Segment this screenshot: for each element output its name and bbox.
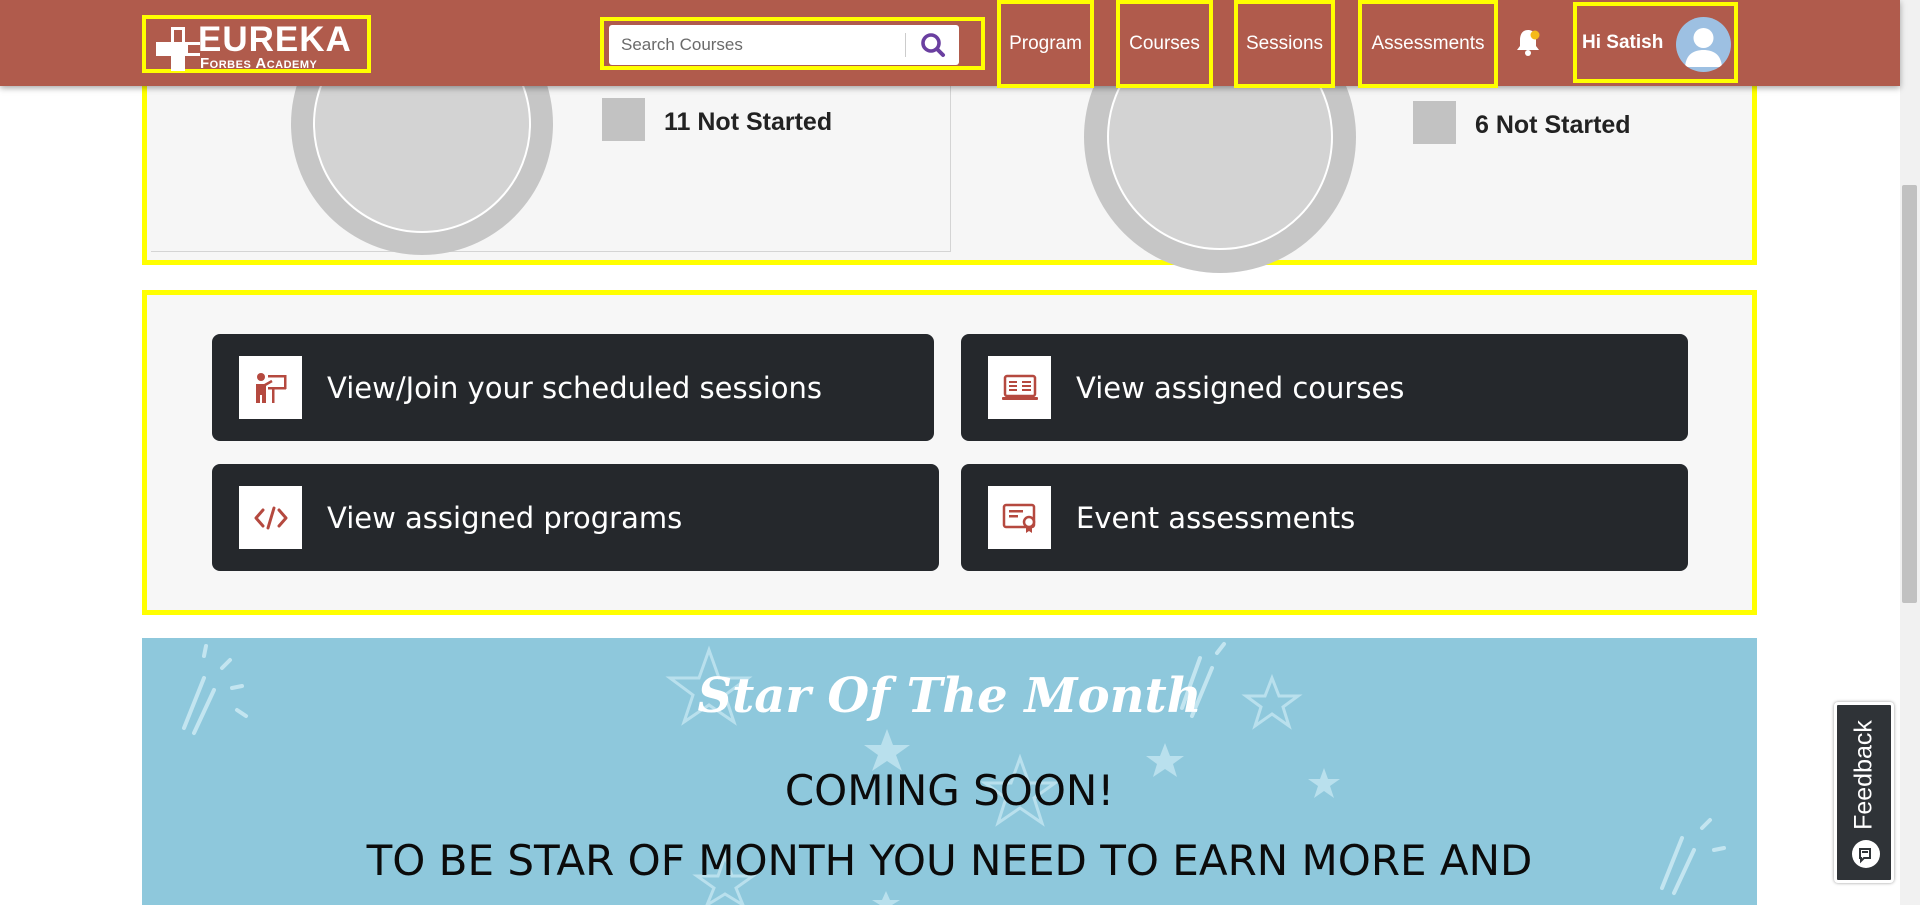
coming-soon-text: COMING SOON! <box>784 766 1115 815</box>
nav-courses[interactable]: Courses <box>1116 0 1213 88</box>
view-sessions-label: View/Join your scheduled sessions <box>327 370 823 405</box>
user-menu[interactable]: Hi Satish <box>1573 2 1738 83</box>
academy-logo[interactable]: EUREKA Forbes Academy <box>142 15 371 73</box>
bell-icon <box>1517 30 1540 56</box>
star-criteria-text: TO BE STAR OF MONTH YOU NEED TO EARN MOR… <box>366 836 1533 885</box>
search-button[interactable] <box>915 29 951 61</box>
presenter-icon <box>239 356 302 419</box>
view-courses-button[interactable]: View assigned courses <box>961 334 1688 441</box>
nav-program[interactable]: Program <box>997 0 1094 88</box>
view-sessions-button[interactable]: View/Join your scheduled sessions <box>212 334 934 441</box>
view-courses-label: View assigned courses <box>1076 370 1405 405</box>
laptop-course-icon <box>988 356 1051 419</box>
event-assessments-label: Event assessments <box>1076 500 1356 535</box>
nav-assessments[interactable]: Assessments <box>1358 0 1498 88</box>
not-started-count-left: 11 Not Started <box>664 108 833 136</box>
not-started-count-right: 6 Not Started <box>1475 111 1631 139</box>
feedback-tab[interactable]: Feedback <box>1834 702 1894 883</box>
legend-swatch-left <box>602 98 645 141</box>
scrollbar-thumb[interactable] <box>1902 185 1917 603</box>
avatar[interactable] <box>1676 17 1731 72</box>
feedback-label: Feedback <box>1849 720 1878 830</box>
legend-swatch-right <box>1413 101 1456 144</box>
notification-button[interactable] <box>1513 26 1543 58</box>
star-of-month-banner: Star Of The Month COMING SOON! TO BE STA… <box>142 638 1757 905</box>
quick-links-panel: View/Join your scheduled sessions View a… <box>142 290 1757 615</box>
search-bar <box>600 17 985 70</box>
view-programs-button[interactable]: View assigned programs <box>212 464 939 571</box>
search-box <box>609 25 959 65</box>
event-assessments-button[interactable]: Event assessments <box>961 464 1688 571</box>
search-input[interactable] <box>609 25 905 65</box>
search-divider <box>905 33 906 57</box>
top-navbar: EUREKA Forbes Academy Program Courses Se… <box>0 0 1900 88</box>
nav-sessions[interactable]: Sessions <box>1234 0 1335 88</box>
logo-subtitle: Forbes Academy <box>200 55 318 72</box>
logo-title: EUREKA <box>198 20 352 59</box>
code-icon <box>239 486 302 549</box>
view-programs-label: View assigned programs <box>327 500 683 535</box>
certificate-icon <box>988 486 1051 549</box>
user-greeting: Hi Satish <box>1582 31 1664 53</box>
cross-logo-icon <box>156 27 200 71</box>
feedback-icon <box>1852 840 1880 868</box>
star-of-month-title: Star Of The Month <box>697 668 1202 724</box>
search-icon <box>921 33 945 57</box>
user-avatar-icon <box>1685 28 1722 67</box>
